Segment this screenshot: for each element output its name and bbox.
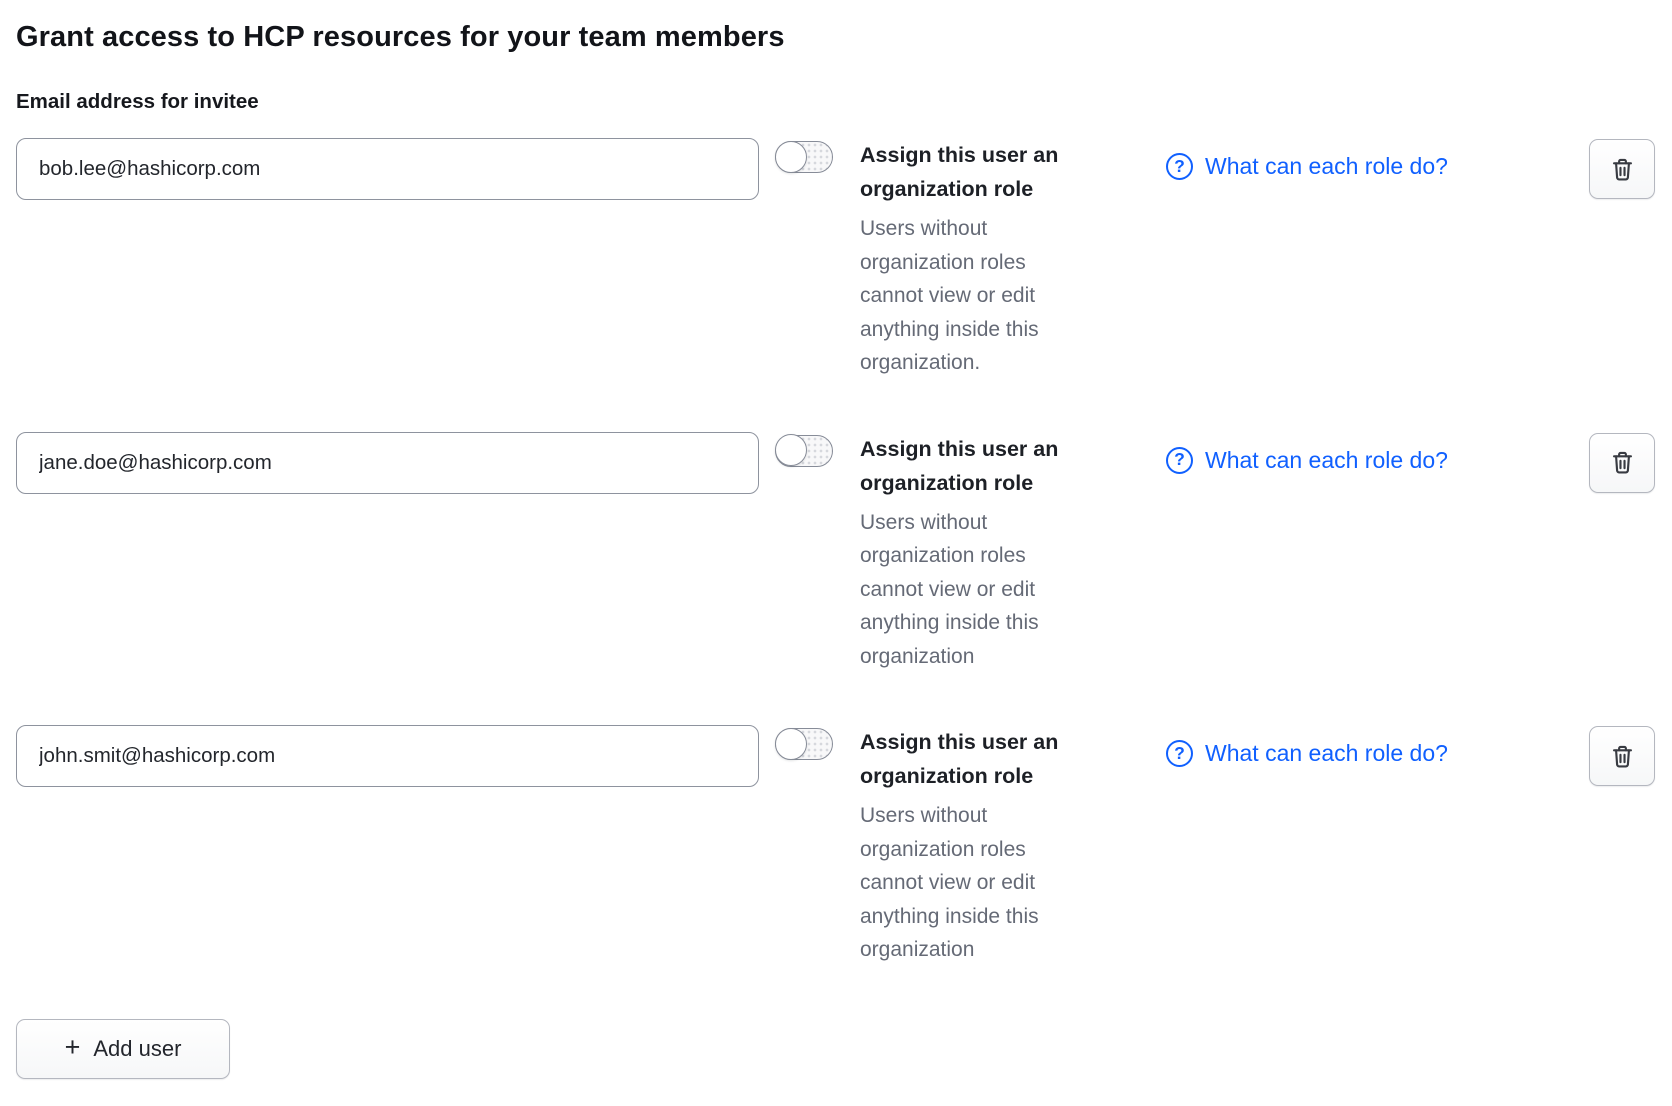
help-question-icon: ?: [1166, 740, 1193, 767]
help-question-icon: ?: [1166, 447, 1193, 474]
help-question-icon: ?: [1166, 153, 1193, 180]
email-input[interactable]: [16, 432, 759, 494]
invite-row: Assign this user an organization role Us…: [16, 138, 1655, 380]
invite-row: Assign this user an organization role Us…: [16, 432, 1655, 674]
role-text-column: Assign this user an organization role Us…: [860, 138, 1110, 380]
org-role-toggle[interactable]: [775, 728, 833, 760]
role-help-link[interactable]: ? What can each role do?: [1166, 740, 1448, 767]
add-user-button[interactable]: + Add user: [16, 1019, 230, 1079]
org-role-toggle-label: Assign this user an organization role: [860, 725, 1110, 793]
email-input[interactable]: [16, 138, 759, 200]
toggle-knob-icon: [775, 434, 807, 466]
org-role-helper-text: Users without organization roles cannot …: [860, 799, 1066, 967]
invite-row: Assign this user an organization role Us…: [16, 725, 1655, 967]
trash-icon: [1609, 743, 1636, 770]
trash-icon: [1609, 156, 1636, 183]
org-role-toggle-label: Assign this user an organization role: [860, 138, 1110, 206]
role-help-link-label: What can each role do?: [1205, 740, 1448, 767]
role-help-link-label: What can each role do?: [1205, 447, 1448, 474]
role-help-link[interactable]: ? What can each role do?: [1166, 153, 1448, 180]
invite-form: Grant access to HCP resources for your t…: [0, 0, 1672, 1079]
plus-icon: +: [65, 1034, 81, 1061]
page-title: Grant access to HCP resources for your t…: [16, 20, 1655, 54]
add-user-button-label: Add user: [93, 1036, 181, 1062]
role-help-link[interactable]: ? What can each role do?: [1166, 447, 1448, 474]
org-role-toggle-label: Assign this user an organization role: [860, 432, 1110, 500]
toggle-knob-icon: [775, 141, 807, 173]
role-text-column: Assign this user an organization role Us…: [860, 725, 1110, 967]
org-role-helper-text: Users without organization roles cannot …: [860, 212, 1066, 380]
email-input[interactable]: [16, 725, 759, 787]
org-role-toggle[interactable]: [775, 435, 833, 467]
delete-user-button[interactable]: [1589, 433, 1655, 493]
delete-user-button[interactable]: [1589, 139, 1655, 199]
org-role-toggle[interactable]: [775, 141, 833, 173]
delete-user-button[interactable]: [1589, 726, 1655, 786]
role-text-column: Assign this user an organization role Us…: [860, 432, 1110, 674]
trash-icon: [1609, 449, 1636, 476]
org-role-helper-text: Users without organization roles cannot …: [860, 506, 1066, 674]
role-help-link-label: What can each role do?: [1205, 153, 1448, 180]
toggle-knob-icon: [775, 728, 807, 760]
email-address-label: Email address for invitee: [16, 90, 1655, 114]
